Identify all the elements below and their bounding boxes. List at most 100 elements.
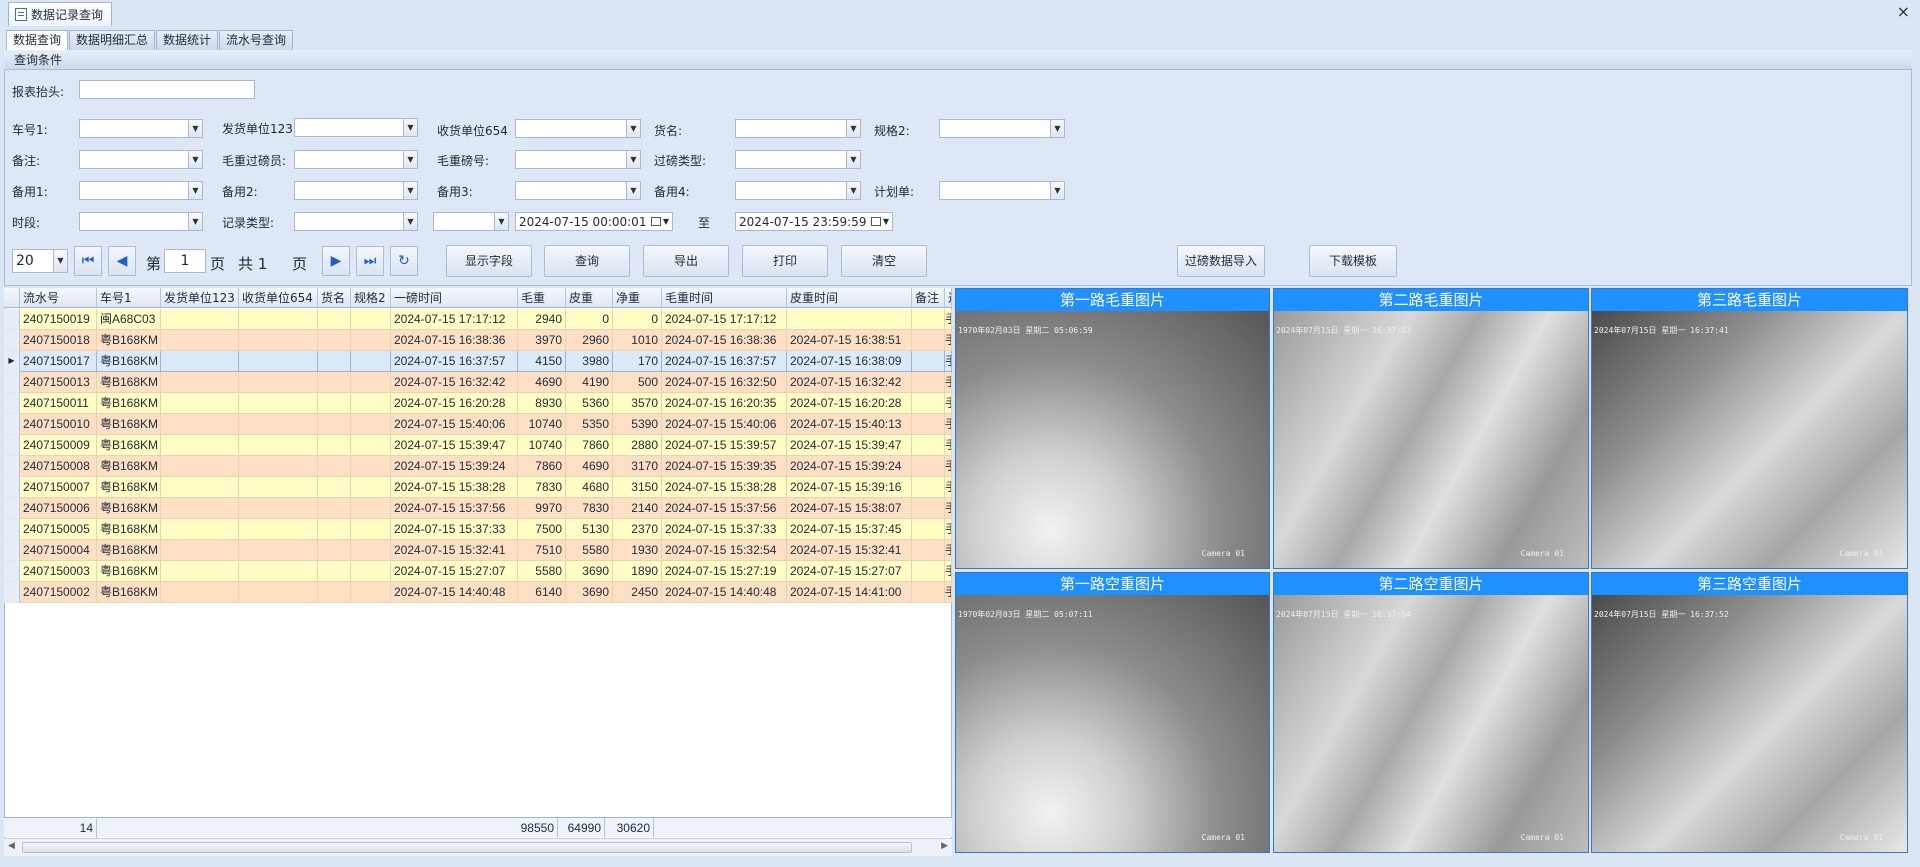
camera-panel-tare-1[interactable]: 第一路空重图片 1970年02月03日 星期二 05:07:11 Camera …	[955, 572, 1270, 853]
camera-panel-gross-2[interactable]: 第二路毛重图片 2024年07月15日 星期一 16:37:42 Camera …	[1273, 288, 1589, 569]
page-size-combo[interactable]: 20 ▼	[12, 249, 68, 273]
plate-combo[interactable]: ▼	[79, 119, 203, 138]
query-button[interactable]: 查询	[544, 245, 630, 277]
col-tare-time[interactable]: 皮重时间	[787, 288, 912, 308]
chevron-down-icon[interactable]: ▼	[626, 151, 640, 168]
tab-statistics[interactable]: 数据统计	[156, 30, 219, 50]
calendar-icon[interactable]	[650, 217, 661, 226]
prev-page-button[interactable]: ◀	[108, 246, 136, 276]
window-tab[interactable]: 数据记录查询	[8, 2, 112, 26]
col-first-time[interactable]: 一磅时间	[391, 288, 518, 308]
print-button[interactable]: 打印	[742, 245, 828, 277]
chevron-down-icon[interactable]: ▼	[188, 151, 202, 168]
table-row[interactable]: 2407150002 粤B168KM 2024-07-15 14:40:48 6…	[4, 582, 952, 603]
record-subtype-combo[interactable]: ▼	[433, 212, 509, 231]
col-receiver[interactable]: 收货单位654	[239, 288, 318, 308]
chevron-down-icon[interactable]: ▼	[403, 151, 417, 168]
chevron-down-icon[interactable]: ▼	[403, 119, 417, 136]
remark-combo[interactable]: ▼	[79, 150, 203, 169]
table-row[interactable]: 2407150008 粤B168KM 2024-07-15 15:39:24 7…	[4, 456, 952, 477]
table-row[interactable]: 2407150010 粤B168KM 2024-07-15 15:40:06 1…	[4, 414, 952, 435]
chevron-down-icon[interactable]: ▼	[626, 182, 640, 199]
col-spec2[interactable]: 规格2	[351, 288, 391, 308]
chevron-down-icon[interactable]: ▼	[1050, 120, 1064, 137]
show-fields-button[interactable]: 显示字段	[446, 245, 532, 277]
sender-combo[interactable]: ▼	[294, 118, 418, 137]
table-row[interactable]: 2407150013 粤B168KM 2024-07-15 16:32:42 4…	[4, 372, 952, 393]
download-template-button[interactable]: 下载模板	[1309, 245, 1397, 277]
chevron-down-icon[interactable]: ▼	[846, 182, 860, 199]
spare3-combo[interactable]: ▼	[515, 181, 641, 200]
chevron-down-icon[interactable]: ▼	[883, 217, 889, 226]
camera-panel-tare-3[interactable]: 第三路空重图片 2024年07月15日 星期一 16:37:52 Camera …	[1591, 572, 1908, 853]
col-gross[interactable]: 毛重	[518, 288, 566, 308]
page-number-input[interactable]: 1	[164, 249, 206, 273]
camera-panel-tare-2[interactable]: 第二路空重图片 2024年07月15日 星期一 16:37:54 Camera …	[1273, 572, 1589, 853]
col-serial[interactable]: 流水号	[20, 288, 97, 308]
table-row[interactable]: 2407150006 粤B168KM 2024-07-15 15:37:56 9…	[4, 498, 952, 519]
spare1-combo[interactable]: ▼	[79, 181, 203, 200]
plan-combo[interactable]: ▼	[939, 181, 1065, 200]
date-from-picker[interactable]: 2024-07-15 00:00:01 ▼	[515, 212, 673, 231]
last-page-button[interactable]: ⏭	[356, 246, 384, 276]
table-row[interactable]: 2407150005 粤B168KM 2024-07-15 15:37:33 7…	[4, 519, 952, 540]
spare4-combo[interactable]: ▼	[735, 181, 861, 200]
close-icon[interactable]: ×	[1897, 2, 1910, 21]
spare2-combo[interactable]: ▼	[294, 181, 418, 200]
chevron-down-icon[interactable]: ▼	[403, 182, 417, 199]
goods-combo[interactable]: ▼	[735, 119, 861, 138]
date-to-picker[interactable]: 2024-07-15 23:59:59 ▼	[735, 212, 893, 231]
col-net[interactable]: 净重	[613, 288, 662, 308]
table-row[interactable]: 2407150004 粤B168KM 2024-07-15 15:32:41 7…	[4, 540, 952, 561]
calendar-icon[interactable]	[870, 217, 881, 226]
camera-panel-gross-1[interactable]: 第一路毛重图片 1970年02月03日 星期二 05:06:59 Camera …	[955, 288, 1270, 569]
first-page-button[interactable]: ⏮	[74, 246, 102, 276]
camera-panel-gross-3[interactable]: 第三路毛重图片 2024年07月15日 星期一 16:37:41 Camera …	[1591, 288, 1908, 569]
col-plate[interactable]: 车号1	[97, 288, 161, 308]
tab-detail-summary[interactable]: 数据明细汇总	[69, 30, 156, 50]
chevron-down-icon[interactable]: ▼	[188, 213, 202, 230]
table-row[interactable]: 2407150018 粤B168KM 2024-07-15 16:38:36 3…	[4, 330, 952, 351]
export-button[interactable]: 导出	[643, 245, 729, 277]
receiver-combo[interactable]: ▼	[515, 119, 641, 138]
col-weigh-type[interactable]: 过	[945, 288, 952, 308]
chevron-down-icon[interactable]: ▼	[846, 151, 860, 168]
chevron-down-icon[interactable]: ▼	[403, 213, 417, 230]
record-type-combo[interactable]: ▼	[294, 212, 418, 231]
col-gross-time[interactable]: 毛重时间	[662, 288, 787, 308]
tab-data-query[interactable]: 数据查询	[6, 30, 69, 50]
period-combo[interactable]: ▼	[79, 212, 203, 231]
scroll-right-icon[interactable]: ▶	[941, 841, 948, 851]
report-header-input[interactable]	[79, 80, 255, 99]
col-tare[interactable]: 皮重	[566, 288, 613, 308]
import-button[interactable]: 过磅数据导入	[1177, 245, 1265, 277]
col-remark[interactable]: 备注	[912, 288, 945, 308]
chevron-down-icon[interactable]: ▼	[494, 213, 508, 230]
table-row[interactable]: 2407150003 粤B168KM 2024-07-15 15:27:07 5…	[4, 561, 952, 582]
tab-serial-query[interactable]: 流水号查询	[219, 30, 294, 50]
chevron-down-icon[interactable]: ▼	[626, 120, 640, 137]
chevron-down-icon[interactable]: ▼	[188, 120, 202, 137]
col-goods[interactable]: 货名	[318, 288, 351, 308]
chevron-down-icon[interactable]: ▼	[53, 250, 67, 272]
chevron-down-icon[interactable]: ▼	[663, 217, 669, 226]
table-row[interactable]: 2407150019 闽A68C03 2024-07-15 17:17:12 2…	[4, 309, 952, 330]
refresh-button[interactable]: ↻	[390, 246, 418, 276]
gross-scale-combo[interactable]: ▼	[515, 150, 641, 169]
table-row[interactable]: 2407150009 粤B168KM 2024-07-15 15:39:47 1…	[4, 435, 952, 456]
scroll-thumb[interactable]	[22, 842, 912, 853]
weigh-type-combo[interactable]: ▼	[735, 150, 861, 169]
chevron-down-icon[interactable]: ▼	[1050, 182, 1064, 199]
spec2-combo[interactable]: ▼	[939, 119, 1065, 138]
gross-operator-combo[interactable]: ▼	[294, 150, 418, 169]
clear-button[interactable]: 清空	[841, 245, 927, 277]
table-row[interactable]: 2407150007 粤B168KM 2024-07-15 15:38:28 7…	[4, 477, 952, 498]
scroll-left-icon[interactable]: ◀	[8, 841, 15, 851]
chevron-down-icon[interactable]: ▼	[846, 120, 860, 137]
table-row-selected[interactable]: ▶ 2407150017 粤B168KM 2024-07-15 16:37:57…	[4, 351, 952, 372]
col-sender[interactable]: 发货单位123	[161, 288, 239, 308]
table-row[interactable]: 2407150011 粤B168KM 2024-07-15 16:20:28 8…	[4, 393, 952, 414]
chevron-down-icon[interactable]: ▼	[188, 182, 202, 199]
horizontal-scrollbar[interactable]: ◀ ▶	[4, 838, 952, 856]
next-page-button[interactable]: ▶	[322, 246, 350, 276]
